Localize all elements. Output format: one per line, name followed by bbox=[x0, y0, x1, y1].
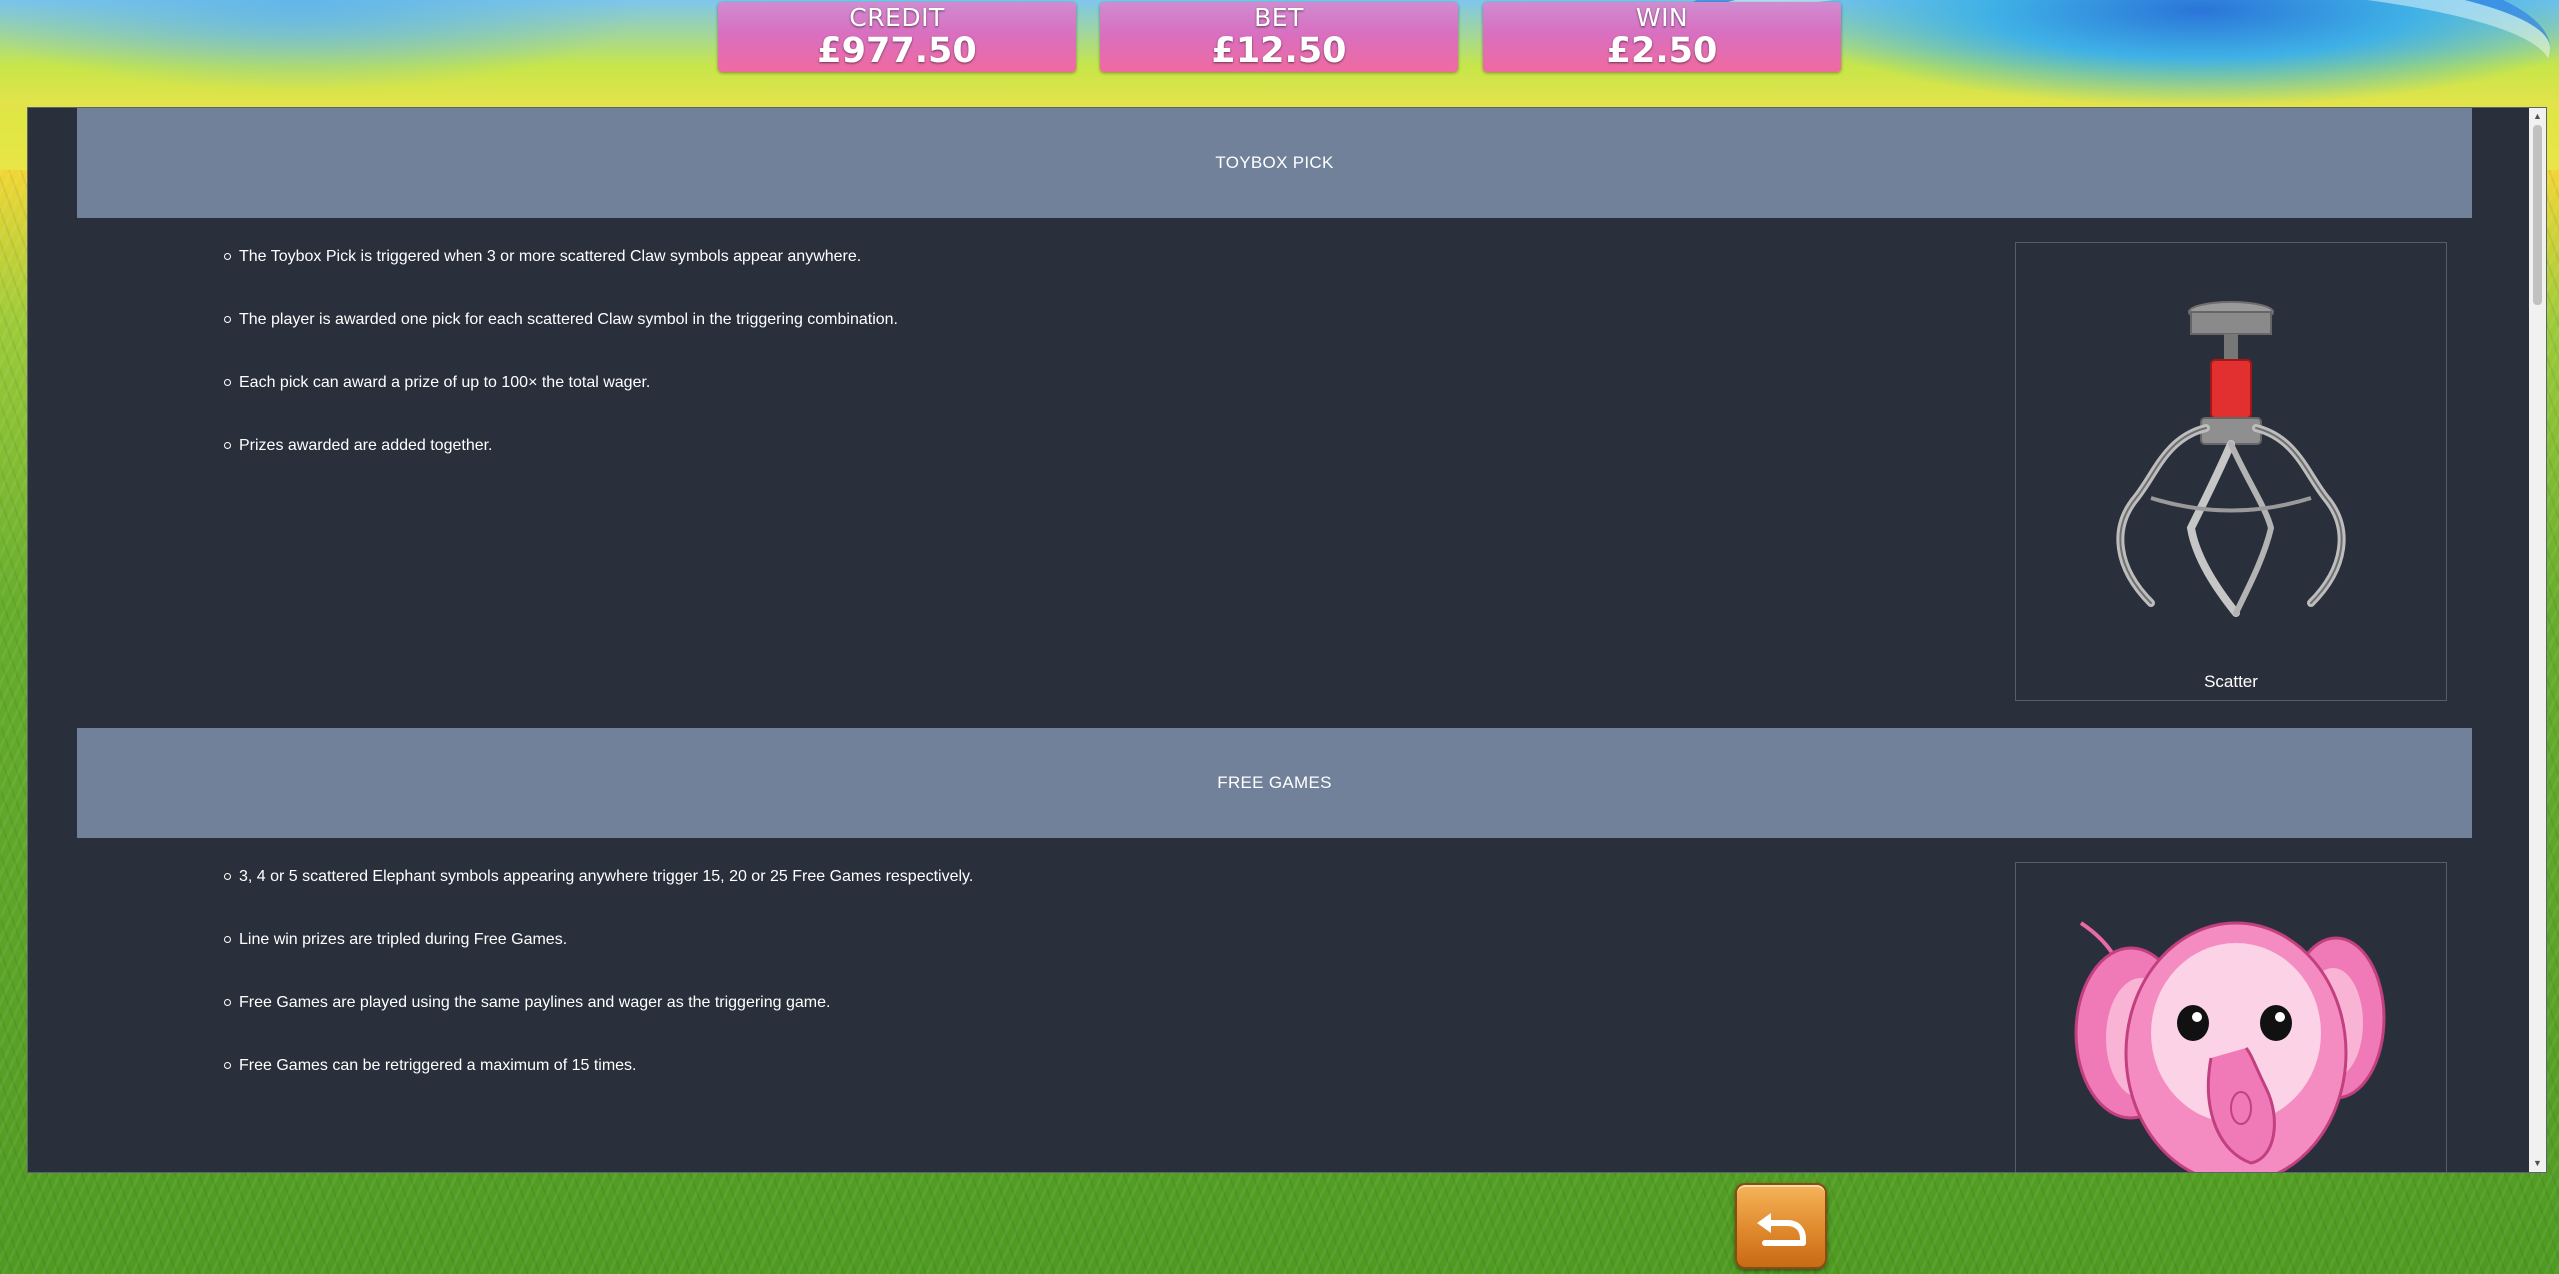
bet-value: £12.50 bbox=[1211, 31, 1347, 71]
bullet-icon bbox=[224, 873, 231, 880]
help-content: TOYBOX PICK The Toybox Pick is triggered… bbox=[77, 108, 2472, 1172]
credit-value: £977.50 bbox=[817, 31, 977, 71]
bet-meter: BET £12.50 bbox=[1100, 2, 1458, 72]
help-panel[interactable]: TOYBOX PICK The Toybox Pick is triggered… bbox=[27, 107, 2547, 1173]
rules-list: 3, 4 or 5 scattered Elephant symbols app… bbox=[224, 866, 973, 1118]
bullet-icon bbox=[224, 379, 231, 386]
rule-item: Each pick can award a prize of up to 100… bbox=[224, 372, 898, 435]
rule-item: Free Games can be retriggered a maximum … bbox=[224, 1055, 973, 1118]
bullet-icon bbox=[224, 442, 231, 449]
game-screen: CREDIT £977.50 BET £12.50 WIN £2.50 TOYB… bbox=[0, 0, 2559, 1274]
rule-text: Line win prizes are tripled during Free … bbox=[239, 931, 568, 948]
rule-text: Prizes awarded are added together. bbox=[239, 437, 493, 454]
rule-item: 3, 4 or 5 scattered Elephant symbols app… bbox=[224, 866, 973, 929]
elephant-icon bbox=[2074, 921, 2386, 1172]
bet-label: BET bbox=[1254, 3, 1304, 32]
rule-item: Prizes awarded are added together. bbox=[224, 435, 898, 498]
rule-text: The player is awarded one pick for each … bbox=[239, 311, 898, 328]
section-title: TOYBOX PICK bbox=[1215, 153, 1334, 172]
elephant-symbol-card bbox=[2015, 862, 2447, 1172]
bullet-icon bbox=[224, 316, 231, 323]
bullet-icon bbox=[224, 1062, 231, 1069]
claw-icon bbox=[2116, 301, 2346, 617]
win-label: WIN bbox=[1635, 3, 1689, 32]
scrollbar[interactable]: ▲ ▼ bbox=[2529, 108, 2546, 1172]
rule-text: 3, 4 or 5 scattered Elephant symbols app… bbox=[239, 868, 974, 885]
scrollbar-thumb[interactable] bbox=[2533, 125, 2542, 305]
back-arrow-icon bbox=[1757, 1213, 1806, 1246]
back-button[interactable] bbox=[1735, 1183, 1827, 1269]
scroll-down-icon[interactable]: ▼ bbox=[2529, 1155, 2546, 1172]
section-body-free-games: 3, 4 or 5 scattered Elephant symbols app… bbox=[77, 838, 2472, 1172]
credit-label: CREDIT bbox=[849, 3, 945, 32]
rule-text: Each pick can award a prize of up to 100… bbox=[239, 374, 651, 391]
bullet-icon bbox=[224, 999, 231, 1006]
rule-item: Line win prizes are tripled during Free … bbox=[224, 929, 973, 992]
win-meter: WIN £2.50 bbox=[1483, 2, 1841, 72]
symbol-caption: Scatter bbox=[2204, 672, 2258, 691]
rule-item: Free Games are played using the same pay… bbox=[224, 992, 973, 1055]
rules-list: The Toybox Pick is triggered when 3 or m… bbox=[224, 246, 898, 498]
bullet-icon bbox=[224, 936, 231, 943]
rule-item: The Toybox Pick is triggered when 3 or m… bbox=[224, 246, 898, 309]
win-value: £2.50 bbox=[1606, 31, 1718, 71]
section-header-toybox-pick: TOYBOX PICK bbox=[77, 108, 2472, 218]
section-header-free-games: FREE GAMES bbox=[77, 728, 2472, 838]
section-body-toybox-pick: The Toybox Pick is triggered when 3 or m… bbox=[77, 218, 2472, 728]
credit-meter: CREDIT £977.50 bbox=[718, 2, 1076, 72]
scroll-up-icon[interactable]: ▲ bbox=[2529, 108, 2546, 125]
bullet-icon bbox=[224, 253, 231, 260]
rule-text: Free Games can be retriggered a maximum … bbox=[239, 1057, 637, 1074]
rule-item: The player is awarded one pick for each … bbox=[224, 309, 898, 372]
scatter-symbol-card: Scatter bbox=[2015, 242, 2447, 701]
section-title: FREE GAMES bbox=[1217, 773, 1332, 792]
rule-text: Free Games are played using the same pay… bbox=[239, 994, 831, 1011]
rule-text: The Toybox Pick is triggered when 3 or m… bbox=[239, 248, 862, 265]
